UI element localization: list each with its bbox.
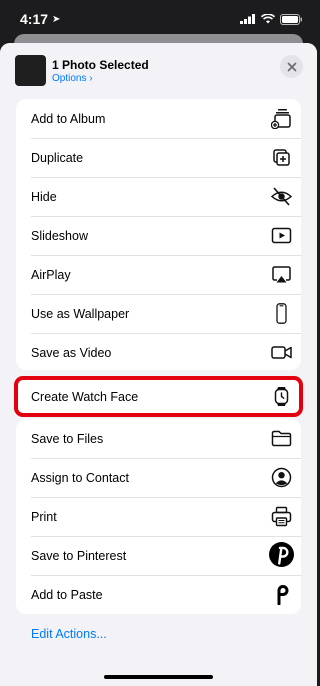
action-row-airplay[interactable]: AirPlay xyxy=(16,255,301,294)
action-label: Slideshow xyxy=(31,228,88,243)
battery-icon xyxy=(280,13,302,25)
location-arrow-icon: ➤ xyxy=(52,13,61,25)
pinterest-icon xyxy=(269,542,294,567)
action-row-save-as-video[interactable]: Save as Video xyxy=(16,333,301,370)
status-time: 4:17 xyxy=(20,11,49,27)
action-row-add-to-album[interactable]: Add to Album xyxy=(16,99,301,138)
photo-thumbnail xyxy=(15,55,46,86)
action-label: Save to Pinterest xyxy=(31,548,127,563)
action-label: Hide xyxy=(31,189,57,204)
action-row-slideshow[interactable]: Slideshow xyxy=(16,216,301,255)
action-group-1: Add to Album Duplicate Hide Slideshow Ai… xyxy=(16,99,301,370)
action-row-create-watch-face[interactable]: Create Watch Face xyxy=(16,378,301,415)
action-label: Add to Paste xyxy=(31,587,103,602)
edit-actions-link[interactable]: Edit Actions... xyxy=(31,627,107,641)
action-label: AirPlay xyxy=(31,267,71,282)
selection-title: 1 Photo Selected xyxy=(52,58,149,72)
chevron-right-icon: › xyxy=(89,73,93,84)
action-label: Create Watch Face xyxy=(31,389,139,404)
action-label: Assign to Contact xyxy=(31,470,129,485)
action-row-hide[interactable]: Hide xyxy=(16,177,301,216)
duplicate-icon xyxy=(273,149,290,166)
add-to-album-icon xyxy=(271,109,291,129)
action-row-add-to-paste[interactable]: Add to Paste xyxy=(16,575,301,614)
action-row-duplicate[interactable]: Duplicate xyxy=(16,138,301,177)
printer-icon xyxy=(271,506,292,527)
action-label: Save as Video xyxy=(31,345,112,360)
action-label: Save to Files xyxy=(31,431,104,446)
action-label: Duplicate xyxy=(31,150,84,165)
close-icon xyxy=(287,62,296,71)
paste-app-icon xyxy=(277,585,289,605)
share-sheet-header xyxy=(0,43,317,99)
action-row-print[interactable]: Print xyxy=(16,497,301,536)
cellular-signal-icon xyxy=(240,14,255,24)
action-label: Add to Album xyxy=(31,111,106,126)
action-row-assign-to-contact[interactable]: Assign to Contact xyxy=(16,458,301,497)
action-row-use-as-wallpaper[interactable]: Use as Wallpaper xyxy=(16,294,301,333)
watch-icon xyxy=(274,387,289,406)
video-camera-icon xyxy=(271,346,292,359)
slideshow-play-icon xyxy=(271,227,292,244)
hide-eye-icon xyxy=(271,187,292,206)
options-label: Options xyxy=(52,73,87,84)
phone-wallpaper-icon xyxy=(276,303,287,324)
wifi-icon xyxy=(261,14,275,24)
action-row-save-to-pinterest[interactable]: Save to Pinterest xyxy=(16,536,301,575)
airplay-icon xyxy=(272,266,291,283)
options-link[interactable]: Options › xyxy=(52,73,93,84)
contact-icon xyxy=(271,467,292,488)
status-bar: 4:17 ➤ xyxy=(0,0,317,38)
close-button[interactable] xyxy=(280,55,303,78)
action-label: Print xyxy=(31,509,57,524)
action-group-2: Save to Files Assign to Contact Print Sa… xyxy=(16,419,301,614)
action-row-save-to-files[interactable]: Save to Files xyxy=(16,419,301,458)
status-icons xyxy=(240,13,303,25)
home-indicator xyxy=(104,675,213,679)
action-label: Use as Wallpaper xyxy=(31,306,130,321)
folder-icon xyxy=(271,430,292,447)
